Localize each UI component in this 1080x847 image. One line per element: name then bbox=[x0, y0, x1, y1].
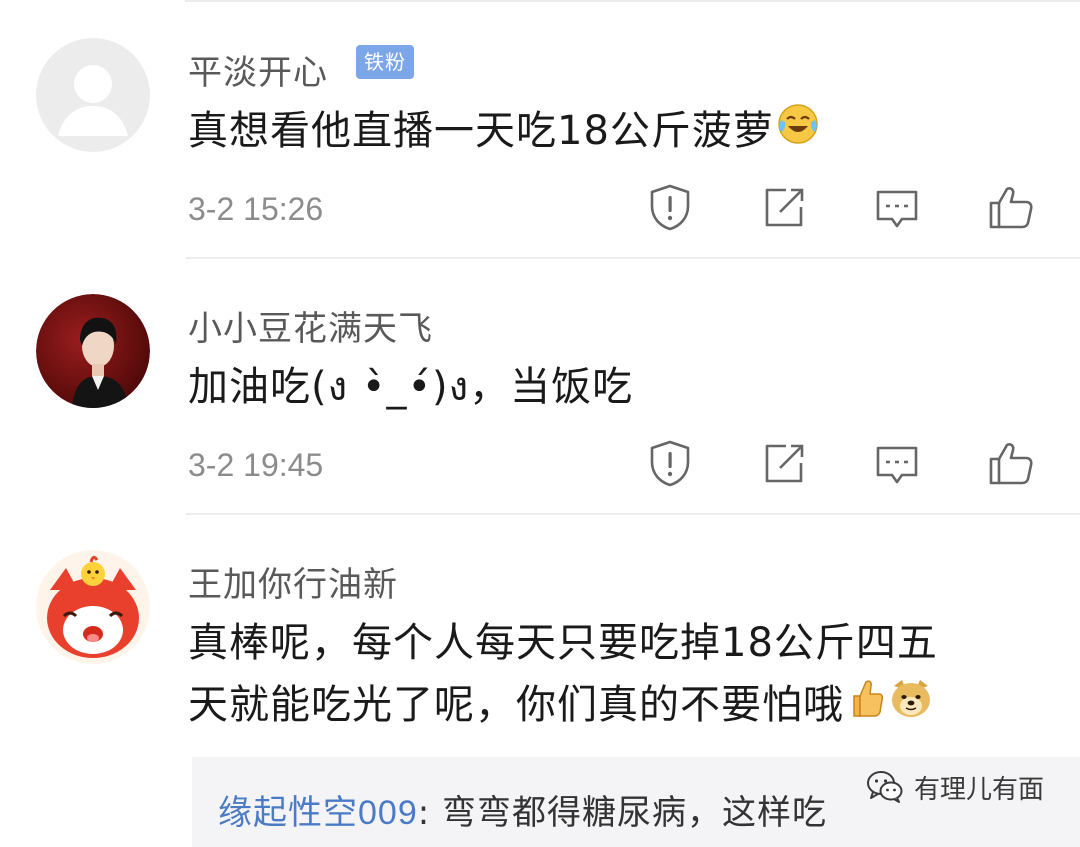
comment-list: 平淡开心 铁粉 真想看他直播一天吃18公斤菠萝 3-2 15:26 小小豆花满天… bbox=[0, 0, 1080, 847]
comment-text-line2-wrap: 天就能吃光了呢，你们真的不要怕哦 bbox=[188, 674, 938, 738]
comment-time: 3-2 15:26 bbox=[188, 191, 324, 227]
avatar-photo[interactable] bbox=[36, 294, 150, 408]
comment-text-line2: 天就能吃光了呢，你们真的不要怕哦 bbox=[188, 682, 844, 728]
share-icon bbox=[765, 444, 804, 483]
comment-content: 真棒呢，每个人每天只要吃掉18公斤四五 天就能吃光了呢，你们真的不要怕哦 bbox=[188, 612, 938, 738]
avatar-cartoon[interactable] bbox=[36, 550, 150, 664]
share-icon bbox=[765, 188, 804, 227]
reply-username[interactable]: 缘起性空009 bbox=[218, 794, 418, 832]
comment-divider bbox=[186, 513, 1080, 515]
cartoon-fox-avatar bbox=[36, 550, 150, 664]
comment-username[interactable]: 平淡开心 bbox=[188, 45, 328, 94]
comment-button[interactable] bbox=[871, 437, 923, 489]
watermark: 有理儿有面 bbox=[866, 767, 1044, 807]
wechat-icon bbox=[866, 771, 903, 803]
like-icon bbox=[989, 443, 1033, 485]
reply-text: 弯弯都得糖尿病，这样吃 bbox=[442, 793, 827, 833]
share-button[interactable] bbox=[758, 437, 810, 489]
report-icon bbox=[650, 184, 690, 231]
comment-divider bbox=[186, 257, 1080, 259]
reply-separator: : bbox=[417, 793, 442, 833]
comment-text: 真想看他直播一天吃18公斤菠萝 bbox=[188, 108, 774, 154]
comment-time: 3-2 19:45 bbox=[188, 447, 324, 483]
default-avatar-icon bbox=[36, 38, 150, 152]
comment-button[interactable] bbox=[871, 181, 923, 233]
comment-icon bbox=[876, 446, 918, 484]
like-button[interactable] bbox=[985, 181, 1037, 233]
comment-content: 加油吃(ง •̀_•́)ง，当饭吃 bbox=[188, 364, 634, 410]
comment-username[interactable]: 王加你行油新 bbox=[188, 557, 398, 606]
comment-content: 真想看他直播一天吃18公斤菠萝 bbox=[188, 100, 820, 164]
doge-emoji bbox=[888, 676, 934, 738]
like-icon bbox=[989, 187, 1033, 229]
user-photo-avatar bbox=[36, 294, 150, 408]
report-button[interactable] bbox=[644, 181, 696, 233]
report-icon bbox=[650, 440, 690, 487]
comment-username[interactable]: 小小豆花满天飞 bbox=[188, 301, 433, 350]
comment-text-line1: 真棒呢，每个人每天只要吃掉18公斤四五 bbox=[188, 620, 938, 666]
like-button[interactable] bbox=[985, 437, 1037, 489]
reply-line: 缘起性空009: 弯弯都得糖尿病，这样吃 bbox=[218, 785, 827, 834]
watermark-text: 有理儿有面 bbox=[913, 774, 1044, 805]
avatar-default[interactable] bbox=[36, 38, 150, 152]
laughing-tears-emoji bbox=[776, 102, 820, 164]
fan-badge: 铁粉 bbox=[356, 45, 414, 79]
comment-icon bbox=[876, 190, 918, 228]
report-button[interactable] bbox=[644, 437, 696, 489]
thumbs-up-emoji bbox=[846, 676, 886, 738]
top-divider bbox=[185, 0, 1080, 2]
share-button[interactable] bbox=[758, 181, 810, 233]
